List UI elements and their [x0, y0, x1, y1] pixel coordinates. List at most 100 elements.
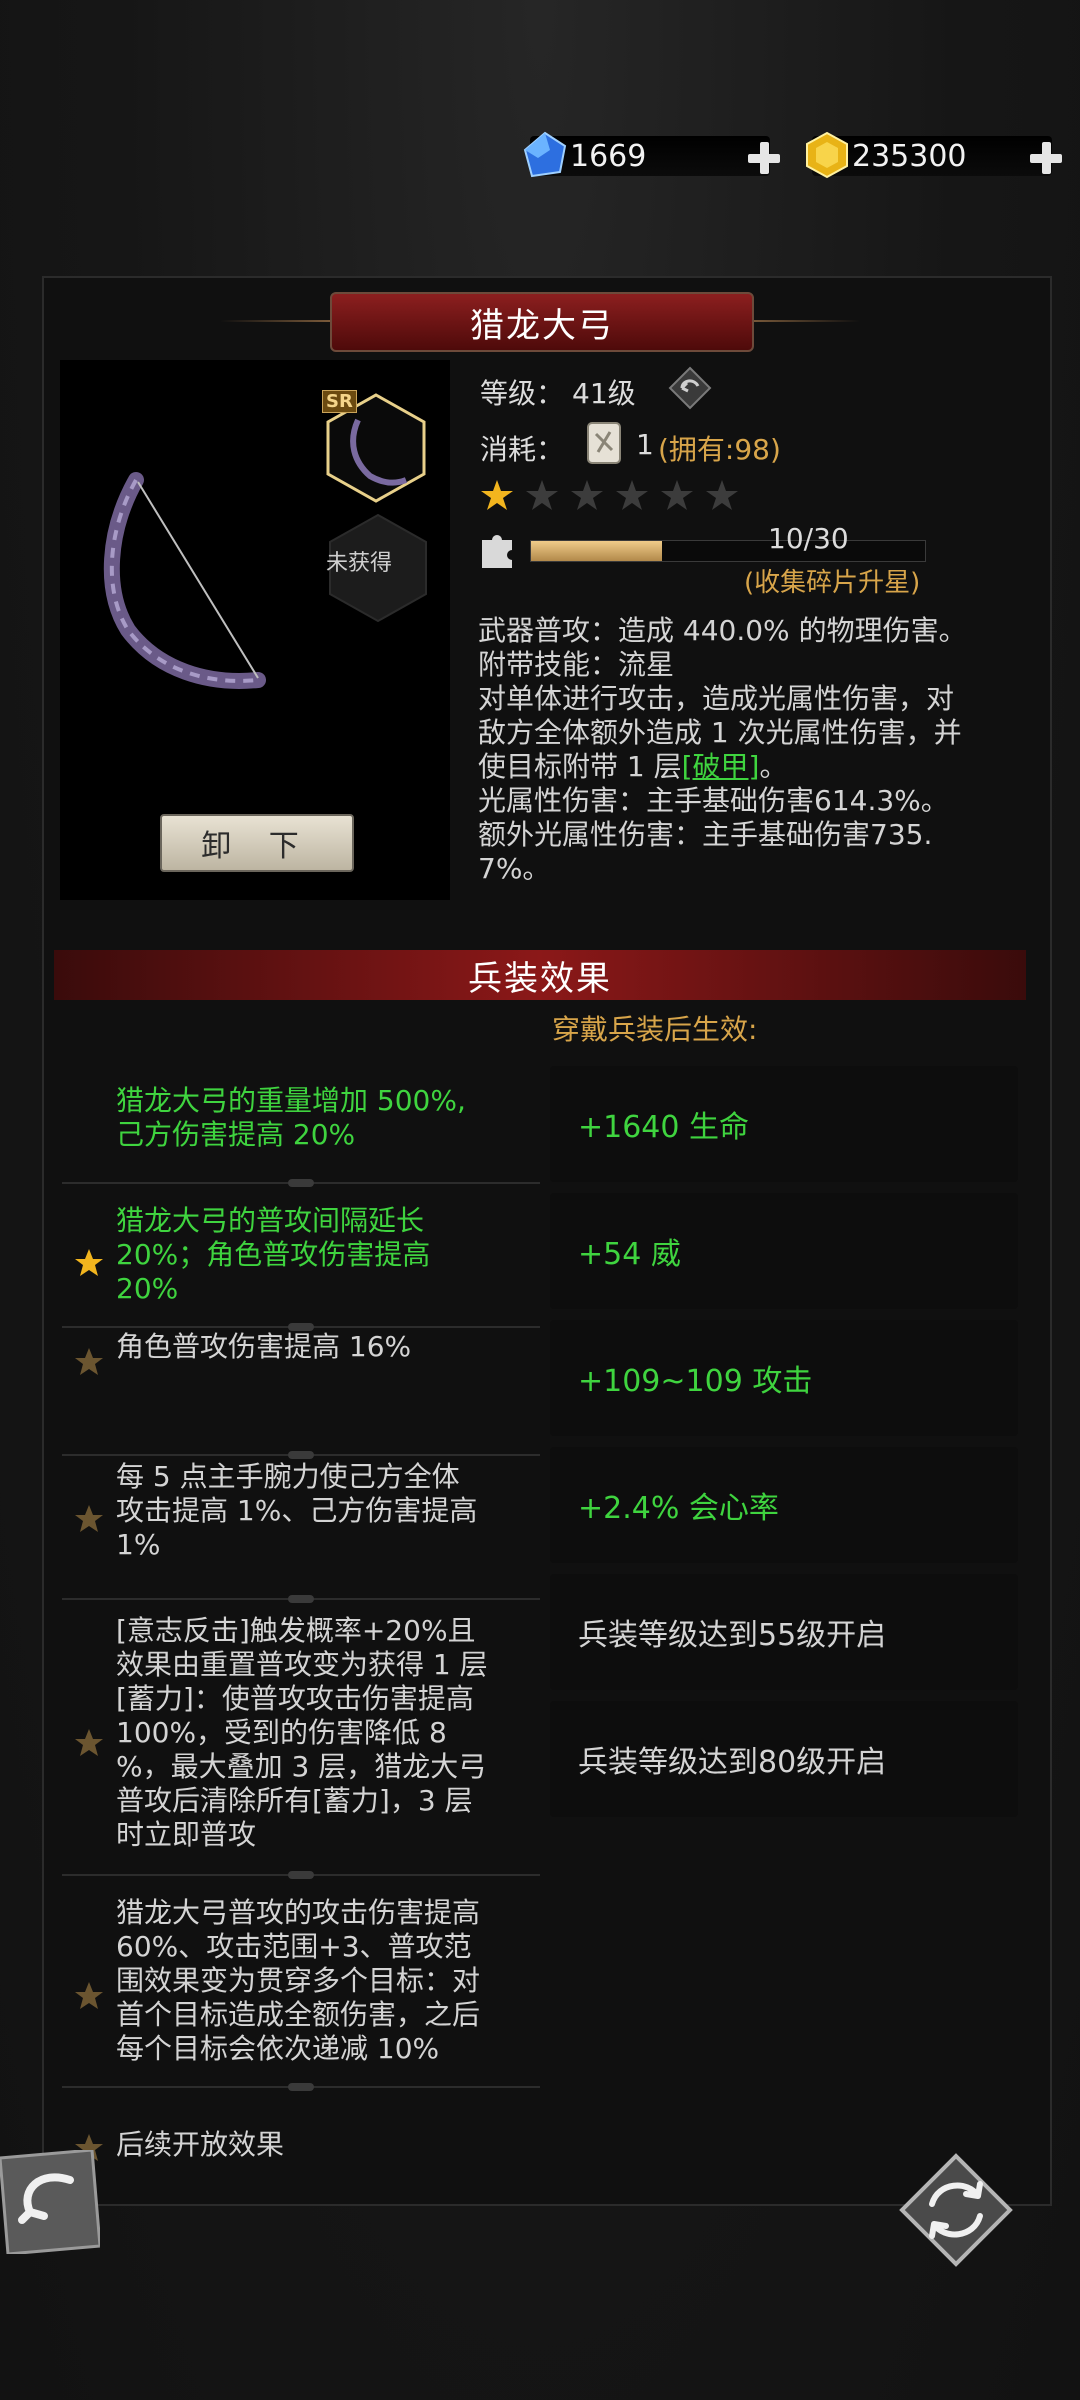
- desc-line: 7%。: [478, 852, 551, 885]
- effect-line: 攻击提高 1%、己方伤害提高: [116, 1494, 478, 1527]
- desc-line: 附带技能：流星: [478, 648, 675, 681]
- effect-text: 猎龙大弓普攻的攻击伤害提高 60%、攻击范围+3、普攻范 围效果变为贯穿多个目标：对…: [116, 1896, 480, 2066]
- back-button[interactable]: [0, 2150, 100, 2254]
- divider-knob: [288, 2083, 314, 2091]
- rarity-badge: SR: [322, 390, 357, 413]
- effect-row: 猎龙大弓普攻的攻击伤害提高 60%、攻击范围+3、普攻范 围效果变为贯穿多个目标：对…: [62, 1896, 540, 2096]
- divider-knob: [288, 1595, 314, 1603]
- effect-divider: [62, 1595, 540, 1603]
- effect-text: 角色普攻伤害提高 16%: [116, 1330, 411, 1364]
- effect-divider: [62, 2083, 540, 2091]
- effect-text: [意志反击]触发概率+20%且 效果由重置普攻变为获得 1 层 [蓄力]：使普攻攻击…: [116, 1614, 488, 1852]
- effect-row: 猎龙大弓的普攻间隔延长 20%；角色普攻伤害提高 20%: [62, 1204, 540, 1322]
- star-active-icon: [75, 1249, 103, 1276]
- armor-break-link[interactable]: [破甲]: [682, 750, 760, 783]
- effect-line: 时立即普攻: [116, 1818, 257, 1851]
- effect-row: 角色普攻伤害提高 16%: [62, 1330, 540, 1394]
- attribute-box: +1640 生命: [550, 1066, 1018, 1182]
- effect-text: 猎龙大弓的重量增加 500%, 己方伤害提高 20%: [116, 1084, 466, 1152]
- effect-divider: [62, 1323, 540, 1331]
- effects-section-title: 兵装效果: [54, 950, 1026, 1000]
- effect-line: 普攻后清除所有[蓄力]，3 层: [116, 1784, 473, 1817]
- divider-knob: [288, 1871, 314, 1879]
- level-label: 等级：: [480, 377, 565, 410]
- effect-line: [蓄力]：使普攻攻击伤害提高: [116, 1682, 474, 1715]
- star-empty-icon: [661, 480, 693, 510]
- effect-line: 猎龙大弓的普攻间隔延长: [116, 1204, 425, 1237]
- desc-line: 对单体进行攻击，造成光属性伤害，对: [478, 682, 955, 715]
- desc-line: 敌方全体额外造成 1 次光属性伤害，并: [478, 716, 962, 749]
- attribute-box: 兵装等级达到55级开启: [550, 1574, 1018, 1690]
- attribute-text: +1640 生命: [578, 1110, 750, 1145]
- cost-label: 消耗：: [480, 433, 565, 466]
- effect-line: %，最大叠加 3 层，猎龙大弓: [116, 1750, 487, 1783]
- star-locked-icon: [75, 1348, 103, 1375]
- effect-line: 1%: [116, 1528, 161, 1561]
- effect-line: 猎龙大弓的重量增加 500%,: [116, 1084, 466, 1117]
- star-empty-icon: [571, 480, 603, 510]
- star-filled-icon: [481, 480, 513, 510]
- fragment-puzzle-icon: [482, 535, 512, 568]
- star-empty-icon: [526, 480, 558, 510]
- desc-text: 使目标附带 1 层: [478, 750, 682, 783]
- effect-line: [意志反击]触发概率+20%且: [116, 1614, 476, 1647]
- desc-text: 。: [759, 750, 788, 783]
- effect-line: 猎龙大弓普攻的攻击伤害提高: [116, 1896, 481, 1929]
- attribute-text: 兵装等级达到80级开启: [578, 1745, 887, 1780]
- effect-line: 100%，受到的伤害降低 8: [116, 1716, 447, 1749]
- attribute-text: +109~109 攻击: [578, 1364, 813, 1399]
- unequip-button[interactable]: 卸 下: [160, 814, 354, 872]
- effect-row: 猎龙大弓的重量增加 500%, 己方伤害提高 20%: [62, 1084, 540, 1174]
- attribute-text: 兵装等级达到55级开启: [578, 1618, 887, 1653]
- effect-line: 20%: [116, 1272, 179, 1305]
- effect-text: 后续开放效果: [116, 2128, 284, 2162]
- diamond-amount: 1669: [570, 138, 647, 174]
- gold-gem-icon: [806, 131, 848, 179]
- effect-divider: [62, 1179, 540, 1187]
- level-up-icon[interactable]: [668, 366, 712, 410]
- effect-row: 后续开放效果: [62, 2128, 540, 2168]
- gold-amount: 235300: [852, 138, 967, 174]
- effect-line: 每个目标会依次递减 10%: [116, 2032, 440, 2065]
- level-value: 41级: [572, 377, 636, 410]
- attribute-box: 兵装等级达到80级开启: [550, 1701, 1018, 1817]
- divider-knob: [288, 1323, 314, 1331]
- effect-row: 每 5 点主手腕力使己方全体 攻击提高 1%、己方伤害提高 1%: [62, 1460, 540, 1578]
- effect-line: 后续开放效果: [116, 2128, 285, 2161]
- diamond-icon: [523, 131, 567, 178]
- weapon-title: 猎龙大弓: [330, 292, 754, 352]
- effects-subtitle: 穿戴兵装后生效:: [552, 1013, 758, 1046]
- desc-line: 武器普攻：造成 440.0% 的物理伤害。: [478, 614, 967, 647]
- effect-text: 每 5 点主手腕力使己方全体 攻击提高 1%、己方伤害提高 1%: [116, 1460, 477, 1562]
- effect-line: 每 5 点主手腕力使己方全体: [116, 1460, 460, 1493]
- title-ornament-right: [750, 320, 860, 322]
- effect-row: [意志反击]触发概率+20%且 效果由重置普攻变为获得 1 层 [蓄力]：使普攻攻击…: [62, 1614, 540, 1872]
- star-locked-icon: [75, 1729, 103, 1756]
- effect-line: 20%；角色普攻伤害提高: [116, 1238, 431, 1271]
- divider-knob: [288, 1451, 314, 1459]
- effect-text: 猎龙大弓的普攻间隔延长 20%；角色普攻伤害提高 20%: [116, 1204, 430, 1306]
- cost-amount: 1: [636, 428, 654, 461]
- effect-line: 首个目标造成全额伤害，之后: [116, 1998, 481, 2031]
- swap-weapon-button[interactable]: [898, 2152, 1014, 2268]
- divider-knob: [288, 1179, 314, 1187]
- dragon-bow-image: [103, 472, 266, 689]
- effect-line: 角色普攻伤害提高 16%: [116, 1330, 412, 1363]
- diamond-currency: 1669: [523, 131, 780, 178]
- desc-line: 光属性伤害：主手基础伤害614.3%。: [478, 784, 949, 817]
- add-diamond-button[interactable]: [746, 140, 782, 176]
- attribute-text: +2.4% 会心率: [578, 1491, 779, 1526]
- fragment-hint: (收集碎片升星): [744, 568, 921, 598]
- title-ornament-left: [220, 320, 330, 322]
- star-empty-icon: [706, 480, 738, 510]
- fragment-progress: [530, 540, 926, 562]
- effect-divider: [62, 1451, 540, 1459]
- add-gold-button[interactable]: [1028, 140, 1064, 176]
- weapon-description: 武器普攻：造成 440.0% 的物理伤害。 附带技能：流星 对单体进行攻击，造成…: [478, 614, 1038, 886]
- effect-line: 60%、攻击范围+3、普攻范: [116, 1930, 472, 1963]
- desc-line: 使目标附带 1 层[破甲]。: [478, 750, 1038, 784]
- cost-owned: (拥有:98): [658, 433, 781, 466]
- upgrade-scroll-icon: [587, 422, 621, 464]
- effect-line: 效果由重置普攻变为获得 1 层: [116, 1648, 488, 1681]
- fragment-progress-fill: [531, 541, 663, 561]
